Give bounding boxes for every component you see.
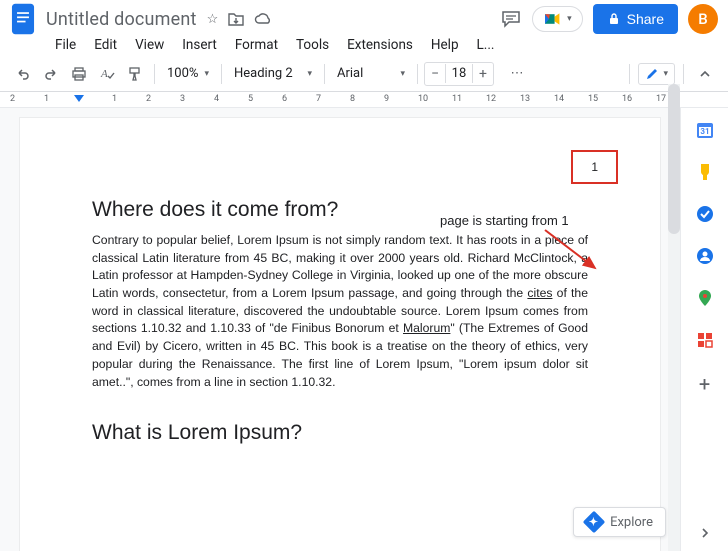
vertical-scrollbar[interactable] (668, 84, 680, 551)
font-dropdown[interactable]: Arial ▾ (331, 63, 411, 84)
horizontal-ruler[interactable]: 2 1 1 2 3 4 5 6 7 8 9 10 11 12 13 14 15 … (0, 92, 728, 108)
undo-button[interactable] (10, 61, 36, 87)
document-page[interactable]: 1 Where does it come from? Contrary to p… (20, 118, 660, 551)
lock-icon (607, 12, 621, 26)
maps-icon[interactable] (695, 288, 715, 308)
tasks-icon[interactable] (695, 204, 715, 224)
chevron-down-icon: ▾ (400, 69, 405, 79)
cloud-status-icon[interactable] (254, 12, 272, 27)
menu-format[interactable]: Format (228, 34, 285, 56)
more-toolbar-button[interactable]: ⋯ (504, 61, 530, 87)
menu-tools[interactable]: Tools (289, 34, 336, 56)
star-icon[interactable]: ☆ (207, 12, 219, 27)
document-canvas[interactable]: page is starting from 1 1 Where does it … (0, 108, 680, 551)
share-button[interactable]: Share (593, 4, 678, 34)
move-icon[interactable] (228, 12, 244, 27)
annotation-arrow-icon (540, 228, 610, 278)
addon-icon[interactable] (695, 330, 715, 350)
spellcheck-button[interactable]: A (94, 61, 120, 87)
docs-logo-icon[interactable] (10, 2, 36, 36)
menu-file[interactable]: File (48, 34, 83, 56)
collapse-toolbar-button[interactable] (692, 61, 718, 87)
side-panel: 31 + (680, 108, 728, 551)
menu-help[interactable]: Help (424, 34, 466, 56)
comment-history-icon[interactable] (500, 8, 522, 30)
pencil-icon (645, 67, 659, 81)
editing-mode-dropdown[interactable]: ▾ (638, 63, 675, 85)
keep-icon[interactable] (695, 162, 715, 182)
menu-bar: File Edit View Insert Format Tools Exten… (0, 32, 728, 56)
page-number: 1 (571, 150, 618, 184)
menu-insert[interactable]: Insert (175, 34, 224, 56)
explore-button[interactable]: ✦ Explore (573, 507, 666, 537)
menu-view[interactable]: View (128, 34, 171, 56)
hide-sidepanel-button[interactable] (697, 525, 713, 541)
print-button[interactable] (66, 61, 92, 87)
get-addons-button[interactable]: + (699, 372, 710, 396)
document-title[interactable]: Untitled document (46, 9, 197, 30)
menu-overflow[interactable]: L... (470, 34, 502, 56)
paint-format-button[interactable] (122, 61, 148, 87)
titlebar: Untitled document ☆ ▾ Share B (0, 0, 728, 32)
workspace: page is starting from 1 1 Where does it … (0, 108, 728, 551)
font-value: Arial (337, 66, 363, 81)
svg-text:A: A (100, 68, 108, 80)
explore-icon: ✦ (583, 511, 606, 534)
increase-font-size-button[interactable]: + (473, 63, 493, 85)
font-size-input[interactable]: 18 (445, 64, 473, 83)
paragraph-style-dropdown[interactable]: Heading 2 ▾ (228, 63, 318, 84)
style-value: Heading 2 (234, 66, 293, 81)
svg-text:31: 31 (700, 127, 709, 136)
paragraph-1[interactable]: Contrary to popular belief, Lorem Ipsum … (92, 232, 588, 391)
zoom-value: 100% (167, 66, 198, 81)
calendar-icon[interactable]: 31 (695, 120, 715, 140)
indent-marker-icon[interactable] (74, 95, 84, 105)
annotation-label: page is starting from 1 (440, 213, 569, 228)
redo-button[interactable] (38, 61, 64, 87)
zoom-dropdown[interactable]: 100% ▾ (161, 63, 215, 84)
explore-label: Explore (610, 515, 653, 530)
share-label: Share (627, 11, 664, 27)
chevron-down-icon: ▾ (567, 14, 572, 24)
font-size-control: − 18 + (424, 62, 494, 86)
menu-edit[interactable]: Edit (87, 34, 124, 56)
meet-button[interactable]: ▾ (532, 6, 583, 32)
decrease-font-size-button[interactable]: − (425, 63, 445, 85)
contacts-icon[interactable] (695, 246, 715, 266)
meet-icon (543, 11, 563, 27)
chevron-down-icon: ▾ (663, 69, 668, 79)
menu-extensions[interactable]: Extensions (340, 34, 420, 56)
chevron-down-icon: ▾ (307, 69, 312, 79)
scrollbar-thumb[interactable] (668, 84, 680, 234)
toolbar: A 100% ▾ Heading 2 ▾ Arial ▾ − 18 + ⋯ ▾ (0, 56, 728, 92)
chevron-down-icon: ▾ (204, 69, 209, 79)
account-avatar[interactable]: B (688, 4, 718, 34)
heading-2[interactable]: What is Lorem Ipsum? (92, 421, 588, 445)
